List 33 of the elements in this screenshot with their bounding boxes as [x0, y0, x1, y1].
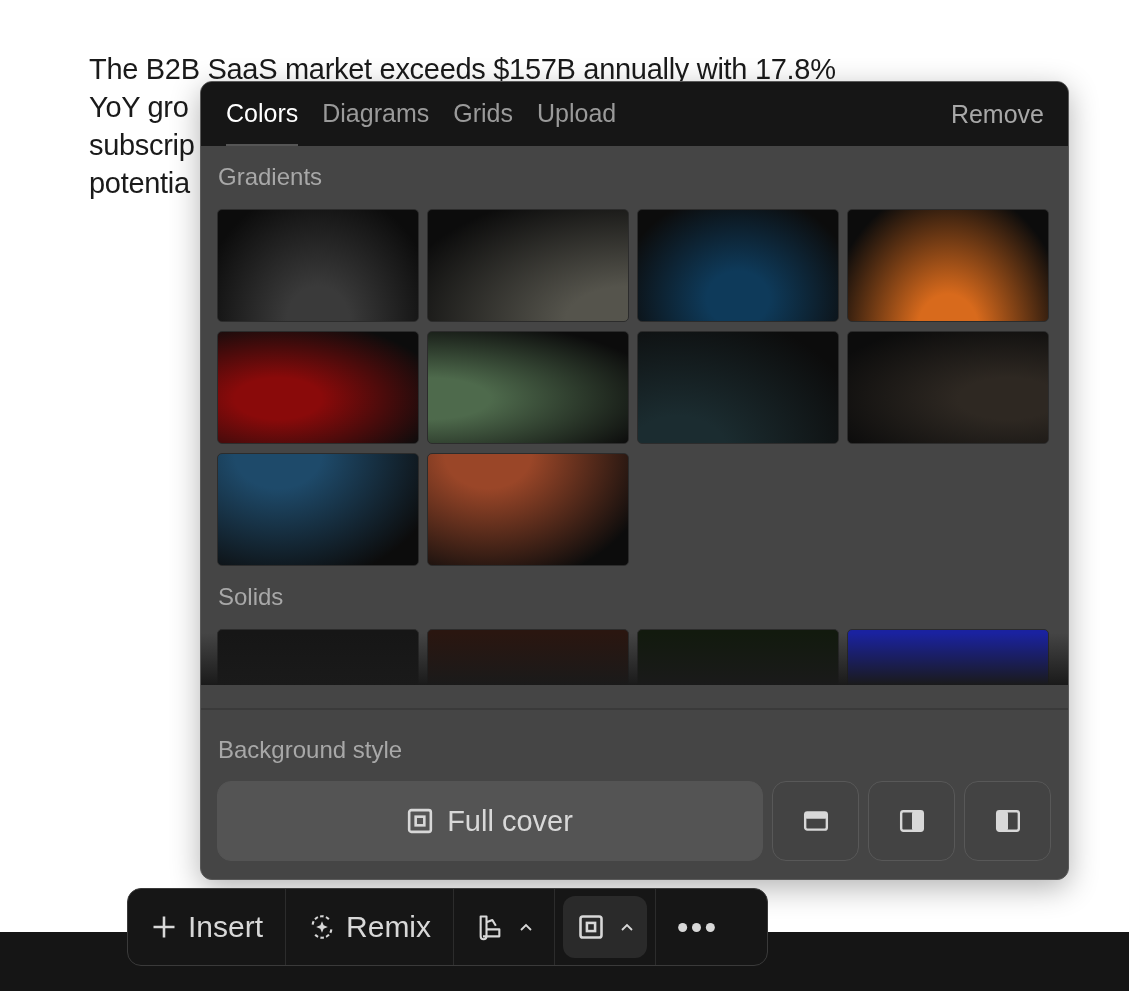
gradient-swatch[interactable]	[637, 331, 839, 444]
gradient-swatch[interactable]	[217, 209, 419, 322]
layout-option-button[interactable]	[868, 781, 955, 861]
toolbar-menu-button[interactable]	[563, 896, 648, 958]
remove-button[interactable]: Remove	[950, 82, 1044, 146]
section-heading: Solids	[217, 582, 284, 612]
toolbar-button[interactable]: Insert	[136, 896, 278, 958]
tab[interactable]: Colors	[226, 82, 299, 146]
gradient-swatch[interactable]	[847, 209, 1049, 322]
layout-option-button[interactable]	[964, 781, 1051, 861]
gradient-swatch[interactable]	[217, 453, 419, 566]
right-half-layout-icon	[898, 808, 925, 834]
section-heading: Background style	[217, 735, 403, 765]
square-frame-icon	[577, 913, 606, 941]
section-heading: Gradients	[217, 162, 323, 192]
paragraph-text: YoY gro	[89, 90, 189, 125]
top-band-layout-icon	[802, 808, 829, 834]
paragraph-text: subscrip	[89, 128, 195, 163]
layout-option-button[interactable]	[772, 781, 859, 861]
left-half-layout-icon	[994, 808, 1021, 834]
full-cover-button[interactable]: Full cover	[217, 781, 763, 861]
gradient-swatch[interactable]	[427, 209, 629, 322]
square-frame-icon	[407, 808, 434, 834]
caret-icon	[621, 923, 634, 931]
gradient-swatch[interactable]	[217, 331, 419, 444]
caret-icon	[520, 923, 533, 931]
paragraph-text: potentia	[89, 166, 190, 201]
gradient-swatch[interactable]	[847, 331, 1049, 444]
gradient-swatch[interactable]	[427, 331, 629, 444]
gradient-swatch[interactable]	[637, 209, 839, 322]
gradient-swatch[interactable]	[427, 453, 629, 566]
more-icon	[678, 922, 716, 932]
toolbar-button[interactable]: Remix	[294, 896, 446, 958]
